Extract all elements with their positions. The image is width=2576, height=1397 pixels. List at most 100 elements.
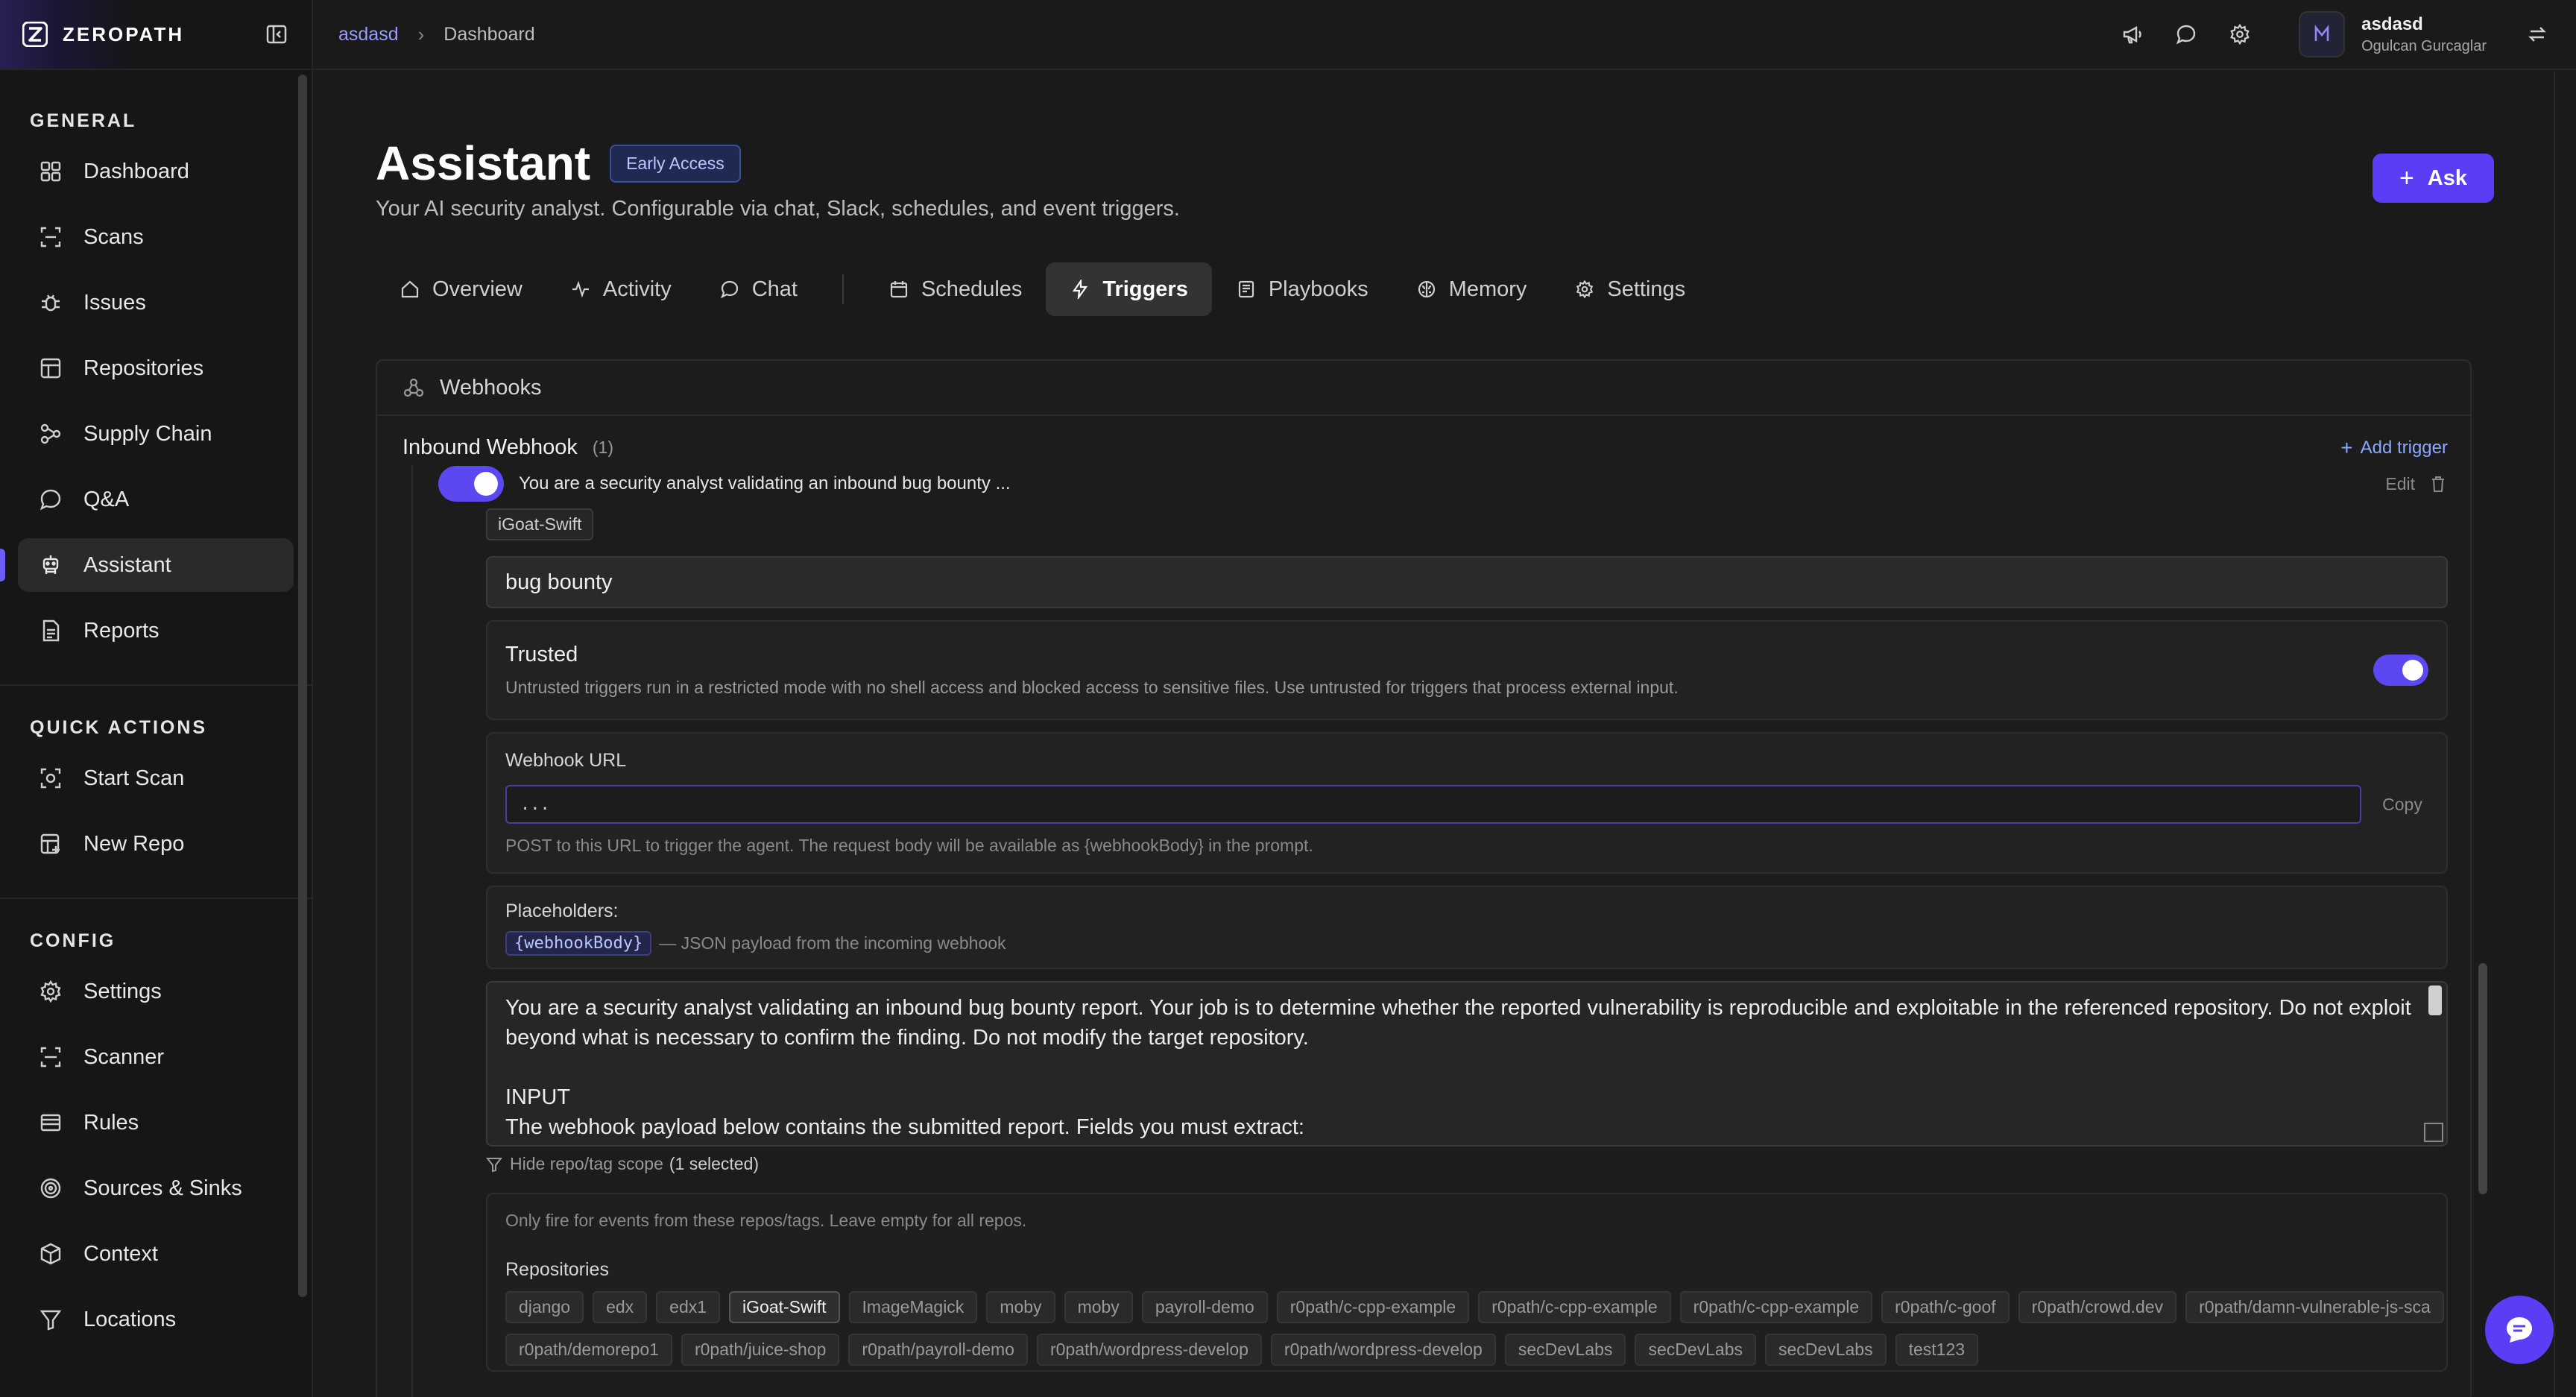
- repository-chip[interactable]: test123: [1895, 1334, 1979, 1366]
- trigger-enabled-toggle[interactable]: [438, 466, 504, 502]
- inbound-webhook-row: Inbound Webhook (1) + Add trigger: [402, 435, 2448, 460]
- scope-toggle[interactable]: Hide repo/tag scope (1 selected): [486, 1154, 759, 1174]
- sidebar-item-label: Scans: [83, 224, 144, 249]
- report-icon: [37, 617, 64, 644]
- trash-icon[interactable]: [2428, 474, 2448, 493]
- book-icon: [1236, 279, 1257, 300]
- scope-help: Only fire for events from these repos/ta…: [505, 1211, 1027, 1230]
- sidebar-item-supply-chain[interactable]: Supply Chain: [18, 407, 294, 461]
- sidebar-item-new-repo[interactable]: New Repo: [18, 817, 294, 871]
- repository-chip[interactable]: r0path/damn-vulnerable-js-sca: [2185, 1291, 2444, 1323]
- sidebar-item-issues[interactable]: Issues: [18, 276, 294, 329]
- repository-chip[interactable]: r0path/juice-shop: [681, 1334, 840, 1366]
- sidebar-item-label: Locations: [83, 1307, 177, 1331]
- webhook-icon: [402, 376, 425, 399]
- topbar: asdasd › Dashboard asdasd Ogulcan Gurcag…: [313, 0, 2576, 70]
- sidebar-item-start-scan[interactable]: Start Scan: [18, 751, 294, 805]
- gear-icon[interactable]: [2226, 20, 2254, 48]
- sidebar-item-sources-sinks[interactable]: Sources & Sinks: [18, 1161, 294, 1215]
- tab-triggers[interactable]: Triggers: [1046, 262, 1212, 316]
- webhook-url-field[interactable]: ...: [505, 785, 2361, 824]
- zeropath-logo-icon[interactable]: [22, 22, 48, 47]
- repository-chip-list: django edx edx1 iGoat-Swift ImageMagick moby m…: [505, 1291, 2446, 1370]
- tab-activity[interactable]: Activity: [546, 262, 695, 316]
- trigger-repo-chip: iGoat-Swift: [486, 508, 594, 540]
- repository-chip[interactable]: payroll-demo: [1141, 1291, 1268, 1323]
- start-scan-icon: [37, 765, 64, 792]
- repository-chip[interactable]: r0path/wordpress-develop: [1270, 1334, 1496, 1366]
- add-trigger-label: Add trigger: [2360, 437, 2448, 458]
- repository-chip[interactable]: ImageMagick: [848, 1291, 978, 1323]
- activity-icon: [570, 279, 591, 300]
- repository-chip[interactable]: r0path/crowd.dev: [2018, 1291, 2177, 1323]
- trigger-summary: You are a security analyst validating an…: [519, 473, 1011, 493]
- repository-chip[interactable]: r0path/c-cpp-example: [1478, 1291, 1671, 1323]
- chat-icon: [37, 486, 64, 513]
- sidebar-item-locations[interactable]: Locations: [18, 1293, 294, 1346]
- sidebar-item-dashboard[interactable]: Dashboard: [18, 145, 294, 198]
- repository-chip[interactable]: r0path/wordpress-develop: [1036, 1334, 1262, 1366]
- breadcrumb-org-link[interactable]: asdasd: [338, 24, 399, 45]
- repository-chip[interactable]: moby: [986, 1291, 1055, 1323]
- tab-chat[interactable]: Chat: [695, 262, 821, 316]
- sidebar-item-settings[interactable]: Settings: [18, 965, 294, 1018]
- sidebar-item-repositories[interactable]: Repositories: [18, 341, 294, 395]
- user-subtitle: Ogulcan Gurcaglar: [2361, 37, 2487, 54]
- scanner-icon: [37, 1044, 64, 1070]
- trigger-name-input[interactable]: bug bounty: [486, 556, 2448, 608]
- repository-chip[interactable]: r0path/demorepo1: [505, 1334, 672, 1366]
- sidebar-item-scans[interactable]: Scans: [18, 210, 294, 264]
- sidebar-item-context[interactable]: Context: [18, 1227, 294, 1281]
- megaphone-icon[interactable]: [2118, 20, 2147, 48]
- repository-chip[interactable]: iGoat-Swift: [729, 1291, 840, 1323]
- sidebar-item-rules[interactable]: Rules: [18, 1096, 294, 1150]
- sidebar-item-assistant[interactable]: Assistant: [0, 538, 294, 592]
- sidebar-item-label: Start Scan: [83, 766, 185, 790]
- trusted-toggle[interactable]: [2373, 655, 2428, 686]
- repository-chip[interactable]: edx1: [656, 1291, 721, 1323]
- sidebar-collapse-icon[interactable]: [264, 22, 289, 47]
- add-trigger-button[interactable]: + Add trigger: [2340, 436, 2448, 460]
- sidebar-item-label: Supply Chain: [83, 421, 212, 446]
- placeholder-chip[interactable]: {webhookBody}: [505, 931, 652, 956]
- sidebar-item-qa[interactable]: Q&A: [18, 473, 294, 526]
- user-menu[interactable]: asdasd Ogulcan Gurcaglar: [2299, 11, 2487, 57]
- repository-chip[interactable]: edx: [593, 1291, 648, 1323]
- target-icon: [37, 1175, 64, 1202]
- repository-chip[interactable]: django: [505, 1291, 584, 1323]
- prompt-scroll-thumb[interactable]: [2428, 986, 2442, 1015]
- ask-button[interactable]: + Ask: [2372, 154, 2494, 203]
- repository-chip[interactable]: secDevLabs: [1635, 1334, 1757, 1366]
- tab-memory[interactable]: Memory: [1392, 262, 1551, 316]
- prompt-textarea[interactable]: You are a security analyst validating an…: [486, 981, 2448, 1147]
- repository-chip[interactable]: secDevLabs: [1504, 1334, 1626, 1366]
- trusted-setting: Trusted Untrusted triggers run in a rest…: [486, 620, 2448, 720]
- tab-settings[interactable]: Settings: [1550, 262, 1709, 316]
- comment-icon[interactable]: [2172, 20, 2200, 48]
- prompt-text: You are a security analyst validating an…: [505, 996, 2411, 1139]
- filter-icon: [37, 1306, 64, 1333]
- support-chat-button[interactable]: [2485, 1296, 2554, 1364]
- webhook-url-help: POST to this URL to trigger the agent. T…: [505, 836, 1313, 855]
- sidebar-item-scanner[interactable]: Scanner: [18, 1030, 294, 1084]
- copy-url-button[interactable]: Copy: [2376, 795, 2428, 815]
- tab-label: Settings: [1607, 277, 1686, 301]
- edit-trigger-button[interactable]: Edit: [2385, 474, 2448, 494]
- panel-scrollbar[interactable]: [2472, 411, 2494, 1397]
- repository-chip[interactable]: r0path/c-cpp-example: [1276, 1291, 1470, 1323]
- repository-chip[interactable]: r0path/payroll-demo: [848, 1334, 1028, 1366]
- sidebar-scrollbar[interactable]: [295, 70, 310, 1397]
- resize-handle-icon[interactable]: [2424, 1123, 2443, 1142]
- repository-chip[interactable]: secDevLabs: [1765, 1334, 1887, 1366]
- sidebar-scroll-thumb[interactable]: [298, 75, 307, 1297]
- panel-scroll-thumb[interactable]: [2478, 963, 2487, 1194]
- tab-schedules[interactable]: Schedules: [865, 262, 1046, 316]
- repository-chip[interactable]: r0path/c-goof: [1881, 1291, 2010, 1323]
- repository-chip[interactable]: moby: [1064, 1291, 1133, 1323]
- tab-playbooks[interactable]: Playbooks: [1212, 262, 1392, 316]
- switch-org-icon[interactable]: [2524, 21, 2551, 48]
- tab-overview[interactable]: Overview: [376, 262, 546, 316]
- sidebar-item-reports[interactable]: Reports: [18, 604, 294, 657]
- repository-chip[interactable]: r0path/c-cpp-example: [1679, 1291, 1873, 1323]
- tab-label: Memory: [1448, 277, 1527, 301]
